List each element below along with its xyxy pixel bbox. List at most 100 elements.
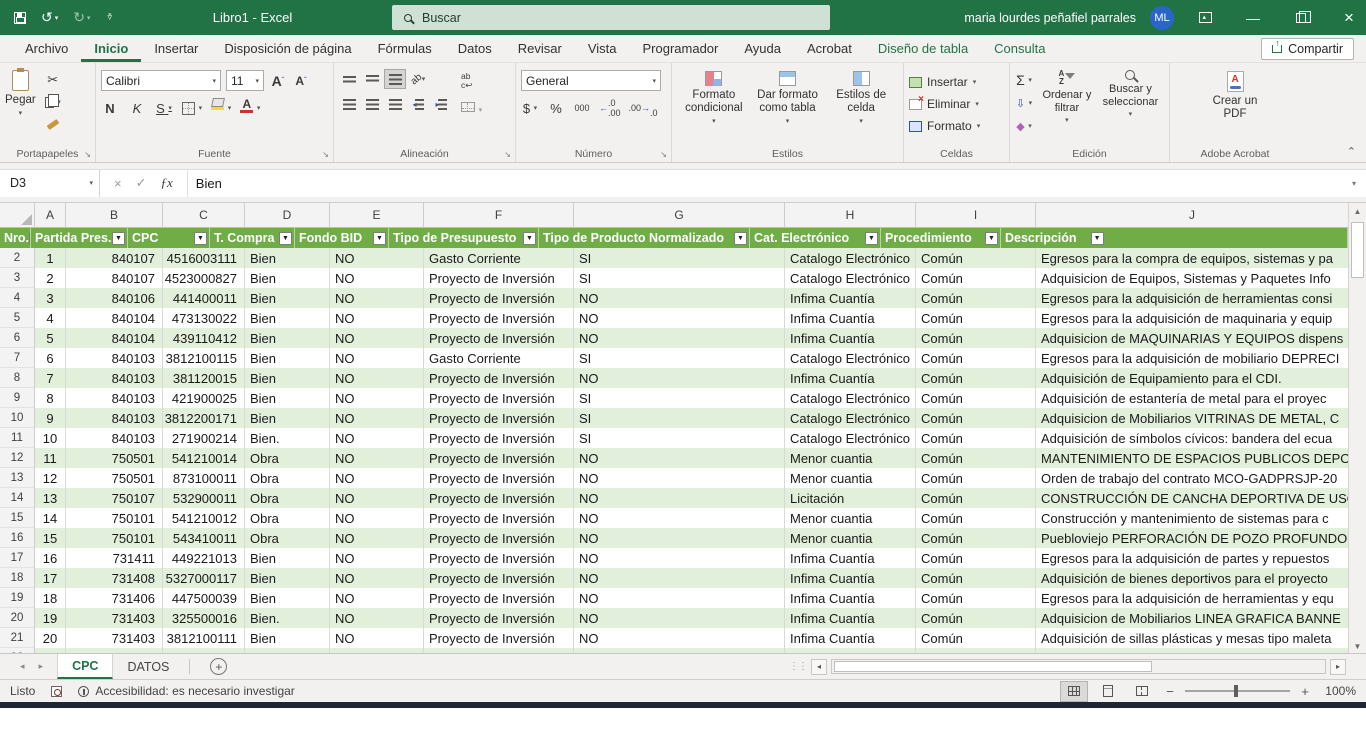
cell[interactable]: Común: [916, 288, 1036, 308]
cell[interactable]: Bien: [245, 588, 330, 608]
scroll-left-icon[interactable]: ◂: [811, 659, 827, 675]
insert-function-button[interactable]: ƒx: [161, 175, 173, 191]
cell[interactable]: Adquisición de estantería de metal para …: [1036, 388, 1348, 408]
filter-dropdown-icon[interactable]: ▼: [194, 232, 207, 245]
cell[interactable]: Egresos para la adquisición de herramien…: [1036, 588, 1348, 608]
font-name-select[interactable]: Calibri▾: [101, 70, 221, 91]
cell[interactable]: 5327000117: [163, 568, 245, 588]
column-header-H[interactable]: H: [785, 203, 916, 227]
filter-dropdown-icon[interactable]: ▼: [985, 232, 998, 245]
cell[interactable]: 731406: [66, 588, 163, 608]
tab-splitter-handle[interactable]: ⋮⋮: [789, 661, 807, 672]
increase-indent-button[interactable]: ▸: [431, 95, 451, 113]
align-top-button[interactable]: [339, 70, 359, 88]
cell[interactable]: Adquisicion de Equipos, Sistemas y Paque…: [1036, 268, 1348, 288]
vertical-scrollbar[interactable]: ▲ ▼: [1348, 203, 1366, 653]
cell[interactable]: 731408: [66, 568, 163, 588]
cell[interactable]: 840107: [66, 268, 163, 288]
cell[interactable]: Egresos para la adquisición de mobiliari…: [1036, 348, 1348, 368]
row-header[interactable]: 7: [0, 348, 35, 368]
tab-datos[interactable]: Datos: [445, 36, 505, 62]
cell[interactable]: NO: [574, 508, 785, 528]
cell[interactable]: Infima Cuantía: [785, 548, 916, 568]
number-dialog-launcher[interactable]: ↘: [660, 150, 667, 159]
cell[interactable]: Egresos para la adquisición de herramien…: [1036, 288, 1348, 308]
cell[interactable]: Común: [916, 528, 1036, 548]
underline-button[interactable]: S ▾: [155, 98, 173, 118]
cell[interactable]: Obra: [245, 448, 330, 468]
sheet-nav-left-icon[interactable]: ◂: [20, 661, 25, 672]
cell[interactable]: Común: [916, 568, 1036, 588]
cell[interactable]: 840104: [66, 328, 163, 348]
cell[interactable]: Bien: [245, 368, 330, 388]
cell[interactable]: Obra: [245, 508, 330, 528]
cell[interactable]: Bien: [245, 388, 330, 408]
cell[interactable]: CONSTRUCCIÓN DE CANCHA DEPORTIVA DE USO …: [1036, 488, 1348, 508]
currency-format-button[interactable]: $ ▾: [521, 98, 539, 118]
cell[interactable]: 5: [35, 328, 66, 348]
name-box[interactable]: D3 ▾: [0, 170, 100, 197]
cell[interactable]: NO: [574, 588, 785, 608]
horizontal-scrollbar[interactable]: [831, 659, 1326, 674]
sheet-tab-datos[interactable]: DATOS: [113, 654, 183, 679]
cell[interactable]: 449221013: [163, 548, 245, 568]
cell[interactable]: 12: [35, 468, 66, 488]
cell[interactable]: Infima Cuantía: [785, 588, 916, 608]
cell[interactable]: Bien: [245, 308, 330, 328]
cell[interactable]: Menor cuantia: [785, 528, 916, 548]
cell[interactable]: Bien: [245, 248, 330, 268]
cell[interactable]: NO: [574, 528, 785, 548]
cell[interactable]: Proyecto de Inversión: [424, 488, 574, 508]
zoom-level[interactable]: 100%: [1320, 684, 1356, 698]
cell[interactable]: Bien: [245, 348, 330, 368]
cell[interactable]: NO: [330, 608, 424, 628]
cell[interactable]: NO: [574, 488, 785, 508]
italic-button[interactable]: K: [128, 98, 146, 118]
row-header[interactable]: 16: [0, 528, 35, 548]
cell[interactable]: 840103: [66, 368, 163, 388]
cell[interactable]: 1: [35, 248, 66, 268]
cell[interactable]: Común: [916, 248, 1036, 268]
redo-button[interactable]: ↻▾: [73, 9, 90, 26]
cell[interactable]: NO: [574, 568, 785, 588]
row-header[interactable]: 2: [0, 248, 35, 268]
cell[interactable]: Proyecto de Inversión: [424, 588, 574, 608]
copy-button[interactable]: ▾: [44, 92, 62, 112]
cell[interactable]: Común: [916, 468, 1036, 488]
cell[interactable]: 840107: [66, 248, 163, 268]
cell[interactable]: NO: [330, 548, 424, 568]
cell[interactable]: Infima Cuantía: [785, 608, 916, 628]
clear-button[interactable]: ◆ ▾: [1015, 116, 1033, 136]
cell[interactable]: Común: [916, 608, 1036, 628]
filter-dropdown-icon[interactable]: ▼: [734, 232, 747, 245]
sheet-tab-cpc[interactable]: CPC: [57, 654, 113, 679]
cell[interactable]: Proyecto de Inversión: [424, 628, 574, 648]
cell[interactable]: Proyecto de Inversión: [424, 508, 574, 528]
cell[interactable]: Proyecto de Inversión: [424, 608, 574, 628]
cell[interactable]: Catalogo Electrónico: [785, 268, 916, 288]
cell[interactable]: 473130022: [163, 308, 245, 328]
cell[interactable]: Bien: [245, 408, 330, 428]
cell[interactable]: 873100011: [163, 468, 245, 488]
row-header[interactable]: 21: [0, 628, 35, 648]
cell[interactable]: Bien.: [245, 428, 330, 448]
cell[interactable]: 439110412: [163, 328, 245, 348]
column-header-B[interactable]: B: [66, 203, 163, 227]
tab-disposición-de-página[interactable]: Disposición de página: [211, 36, 364, 62]
cell[interactable]: 18: [35, 588, 66, 608]
sheet-nav-right-icon[interactable]: ▸: [39, 661, 44, 672]
cell[interactable]: NO: [574, 608, 785, 628]
cell[interactable]: SI: [574, 428, 785, 448]
cell[interactable]: 447500039: [163, 588, 245, 608]
cell[interactable]: NO: [330, 448, 424, 468]
cell[interactable]: Gasto Corriente: [424, 248, 574, 268]
cell[interactable]: SI: [574, 348, 785, 368]
close-button[interactable]: ×: [1332, 0, 1366, 35]
cell[interactable]: 3812100111: [163, 628, 245, 648]
row-header[interactable]: 3: [0, 268, 35, 288]
cell[interactable]: 15: [35, 528, 66, 548]
cell[interactable]: Común: [916, 328, 1036, 348]
row-header[interactable]: 8: [0, 368, 35, 388]
cell[interactable]: Infima Cuantía: [785, 368, 916, 388]
cell[interactable]: Obra: [245, 468, 330, 488]
